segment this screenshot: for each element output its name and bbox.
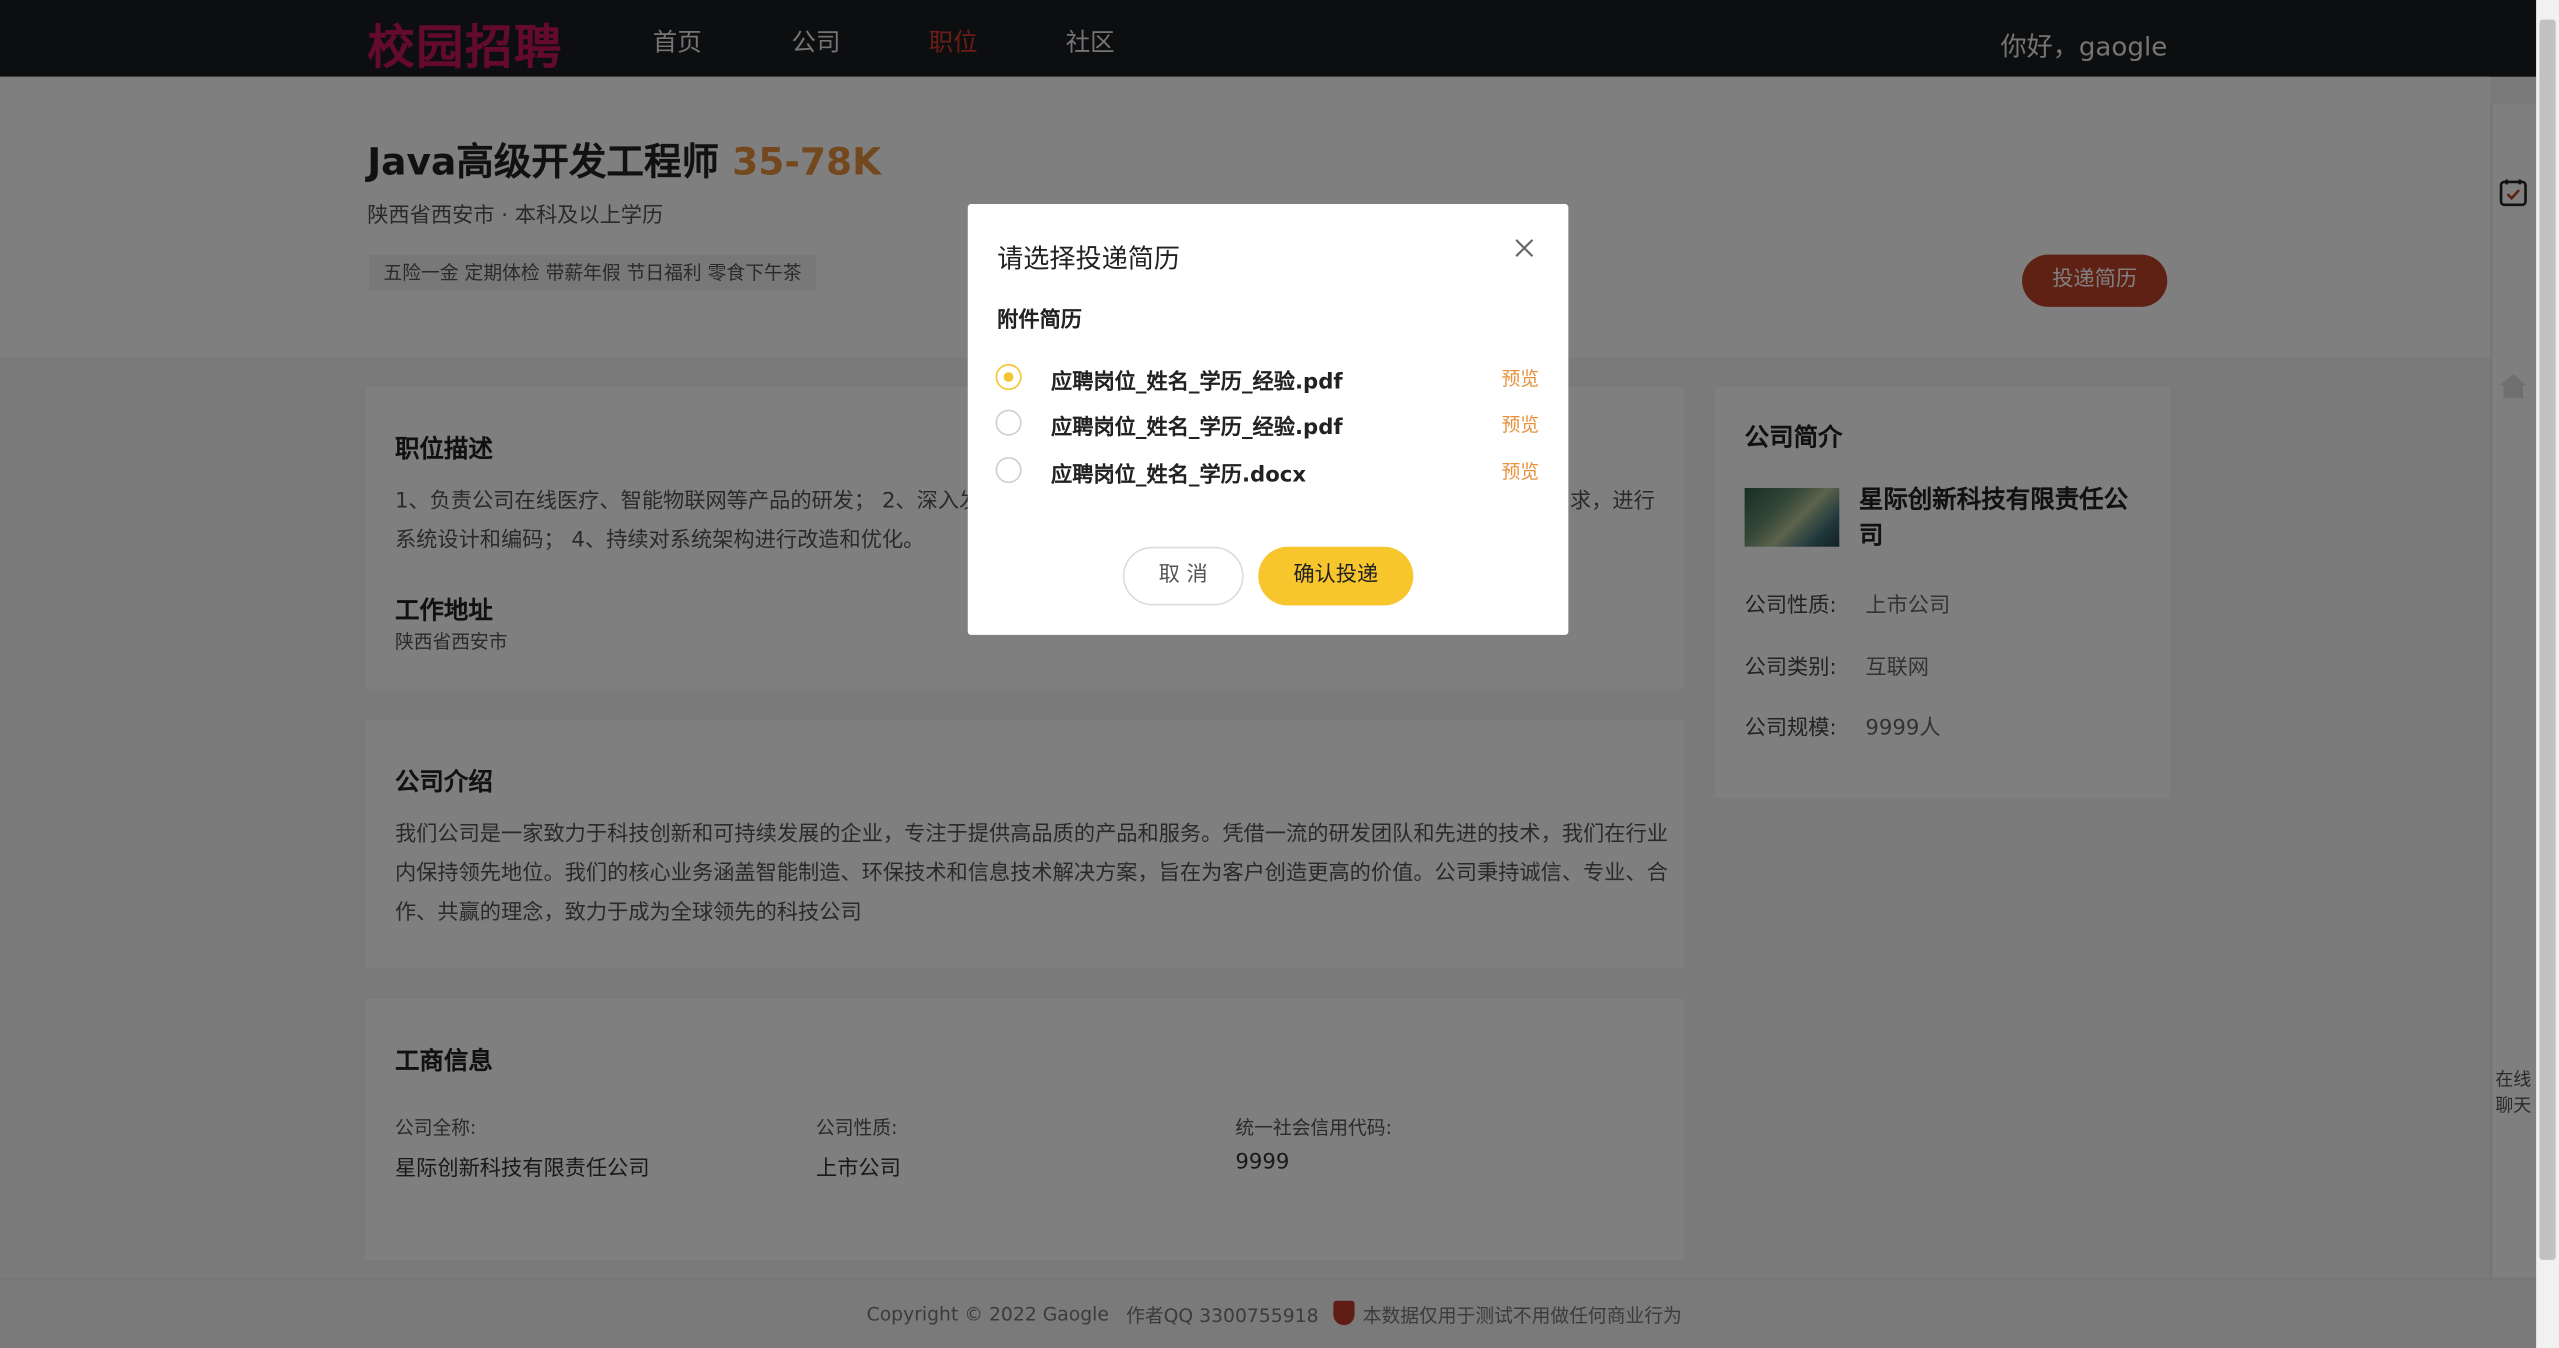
resume-radio-3[interactable] <box>995 456 1022 484</box>
page-scrollbar-thumb[interactable] <box>2539 19 2556 1260</box>
preview-link-1[interactable]: 预览 <box>1501 366 1539 392</box>
attachment-resume-label: 附件简历 <box>997 308 1083 333</box>
dialog-title: 请选择投递简历 <box>997 243 1180 275</box>
confirm-apply-button[interactable]: 确认投递 <box>1258 546 1414 606</box>
resume-file-3[interactable]: 应聘岗位_姓名_学历.docx <box>1051 457 1306 487</box>
resume-file-2[interactable]: 应聘岗位_姓名_学历_经验.pdf <box>1051 410 1343 440</box>
modal-backdrop[interactable] <box>0 0 2537 1348</box>
close-icon[interactable] <box>1513 237 1536 260</box>
preview-link-3[interactable]: 预览 <box>1501 459 1539 485</box>
resume-radio-1[interactable] <box>995 363 1022 391</box>
resume-radio-2[interactable] <box>995 409 1022 436</box>
select-resume-dialog: 请选择投递简历 附件简历 应聘岗位_姓名_学历_经验.pdf 预览 应聘岗位_姓… <box>967 204 1569 635</box>
preview-link-2[interactable]: 预览 <box>1501 411 1539 437</box>
cancel-button[interactable]: 取 消 <box>1122 546 1244 606</box>
resume-file-1[interactable]: 应聘岗位_姓名_学历_经验.pdf <box>1051 364 1343 394</box>
